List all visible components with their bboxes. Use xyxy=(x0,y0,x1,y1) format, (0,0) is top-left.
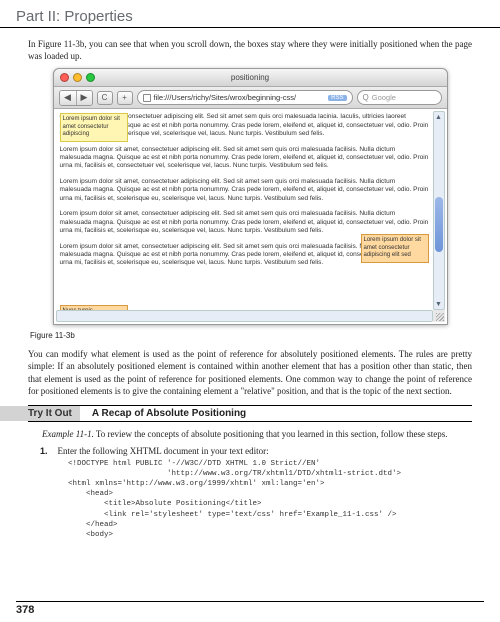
try-it-out-title: A Recap of Absolute Positioning xyxy=(80,408,246,419)
favicon-icon xyxy=(143,94,151,102)
rss-badge[interactable]: RSS xyxy=(328,95,346,101)
lorem-block: Lorem ipsum dolor sit amet, consectetuer… xyxy=(60,178,429,203)
example-intro-text: To review the concepts of absolute posit… xyxy=(94,429,448,439)
try-it-out-label: Try It Out xyxy=(0,406,80,421)
address-bar[interactable]: file:///Users/richy/Sites/wrox/beginning… xyxy=(137,90,353,105)
zoom-icon[interactable] xyxy=(86,73,95,82)
scroll-down-icon[interactable]: ▼ xyxy=(434,299,444,309)
page-content: In Figure 11-3b, you can see that when y… xyxy=(0,28,500,540)
try-it-out-bar: Try It Out A Recap of Absolute Positioni… xyxy=(28,405,472,422)
url: file:///Users/richy/Sites/wrox/beginning… xyxy=(154,93,297,102)
back-button[interactable]: ◀ xyxy=(60,91,76,105)
step-text: Enter the following XHTML document in yo… xyxy=(58,446,269,456)
reload-button[interactable]: C xyxy=(97,91,113,105)
fixed-box-1: Lorem ipsum dolor sit amet consectetur a… xyxy=(60,113,128,142)
search-placeholder: Google xyxy=(372,93,396,102)
example-intro: Example 11-1. To review the concepts of … xyxy=(42,428,472,440)
horizontal-scrollbar[interactable] xyxy=(56,310,433,322)
add-button[interactable]: + xyxy=(117,91,133,105)
resize-handle-icon[interactable] xyxy=(433,310,445,322)
lorem-block: Lorem ipsum dolor sit amet, consectetuer… xyxy=(60,146,429,171)
intro-paragraph: In Figure 11-3b, you can see that when y… xyxy=(28,38,472,62)
minimize-icon[interactable] xyxy=(73,73,82,82)
figure-caption: Figure 11-3b xyxy=(30,331,472,340)
fixed-box-2: Lorem ipsum dolor sit amet consectetur a… xyxy=(361,234,429,263)
lorem-block: Lorem ipsum dolor sit amet, consectetuer… xyxy=(60,210,429,235)
part-title: Part II: Properties xyxy=(16,8,133,25)
window-title: positioning xyxy=(231,73,269,82)
toolbar: ◀ ▶ C + file:///Users/richy/Sites/wrox/b… xyxy=(54,87,447,109)
example-number: Example 11-1. xyxy=(42,429,94,439)
explanation-paragraph: You can modify what element is used as t… xyxy=(28,348,472,397)
viewport: consectetuer sit amet, consectetuer adip… xyxy=(54,109,447,324)
scroll-thumb[interactable] xyxy=(435,197,443,252)
step-1: 1. Enter the following XHTML document in… xyxy=(40,446,472,456)
browser-window: positioning ◀ ▶ C + file:///Users/richy/… xyxy=(53,68,448,325)
step-number: 1. xyxy=(40,446,48,456)
close-icon[interactable] xyxy=(60,73,69,82)
code-block: <!DOCTYPE html PUBLIC '-//W3C//DTD XHTML… xyxy=(68,459,472,540)
page-number: 378 xyxy=(16,601,484,616)
scroll-up-icon[interactable]: ▲ xyxy=(434,112,444,122)
forward-button[interactable]: ▶ xyxy=(76,91,92,105)
nav-buttons: ◀ ▶ xyxy=(59,90,93,106)
search-icon: Q xyxy=(363,93,369,102)
window-controls xyxy=(60,73,95,82)
page-header: Part II: Properties xyxy=(0,0,500,28)
vertical-scrollbar[interactable]: ▲ ▼ xyxy=(433,111,445,310)
search-bar[interactable]: Q Google xyxy=(357,90,442,105)
titlebar: positioning xyxy=(54,69,447,87)
